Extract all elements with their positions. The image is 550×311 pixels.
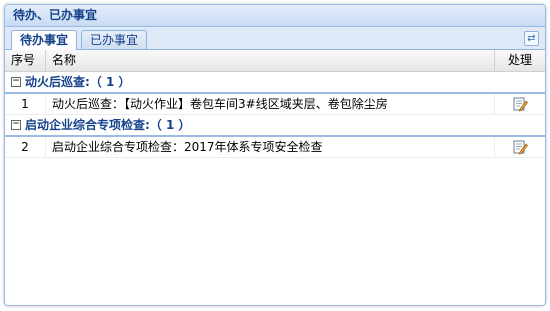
group-title: 动火后巡查:（ 1 ） [25,75,131,89]
todo-panel: 待办、已办事宜 待办事宜 已办事宜 ⇄ 序号 名称 处理 − 动火后巡查:（ 1 … [4,4,546,306]
column-header-action[interactable]: 处理 [495,50,545,71]
row-name: 启动企业综合专项检查：2017年体系专项安全检查 [46,137,495,157]
row-number: 1 [5,94,46,114]
grid-header: 序号 名称 处理 [5,50,545,72]
row-number: 2 [5,137,46,157]
group-header[interactable]: − 启动企业综合专项检查:（ 1 ） [5,115,545,137]
row-action [495,137,545,157]
collapse-icon[interactable]: − [11,119,21,130]
tab-todo[interactable]: 待办事宜 [11,30,78,50]
edit-icon[interactable] [512,139,528,155]
tab-bar: 待办事宜 已办事宜 ⇄ [5,27,545,50]
collapse-icon[interactable]: − [11,76,21,87]
row-name: 动火后巡查：【动火作业】卷包车间3#线区域夹层、卷包除尘房 [46,94,495,114]
table-row[interactable]: 1 动火后巡查：【动火作业】卷包车间3#线区域夹层、卷包除尘房 [5,94,545,115]
column-header-name[interactable]: 名称 [46,50,495,71]
refresh-icon[interactable]: ⇄ [524,31,539,46]
table-row[interactable]: 2 启动企业综合专项检查：2017年体系专项安全检查 [5,137,545,158]
group-header[interactable]: − 动火后巡查:（ 1 ） [5,72,545,94]
panel-title: 待办、已办事宜 [5,5,545,27]
edit-icon[interactable] [512,96,528,112]
column-header-no[interactable]: 序号 [5,50,46,71]
tab-done[interactable]: 已办事宜 [81,30,148,49]
row-action [495,94,545,114]
group-title: 启动企业综合专项检查:（ 1 ） [25,118,191,132]
